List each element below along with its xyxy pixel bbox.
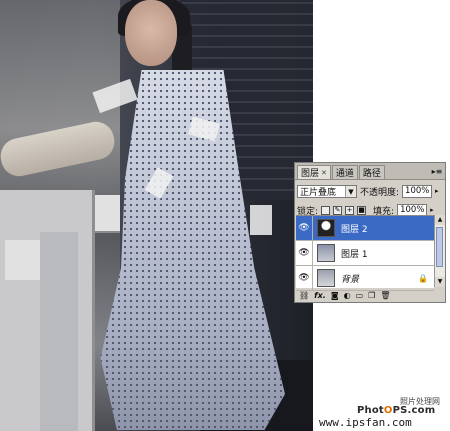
blend-mode-select[interactable]: 正片叠底 ▼ [297,184,357,198]
logo-post: PS.com [392,405,436,416]
eye-icon[interactable]: 👁 [296,216,313,240]
fill-slider-arrow-icon[interactable]: ▸ [430,206,434,214]
eye-icon[interactable]: 👁 [296,266,313,290]
layer-row-1[interactable]: 👁 图层 1 [296,241,434,266]
scrollbar-thumb[interactable] [436,227,443,267]
tab-paths[interactable]: 路径 [358,165,385,179]
chair-leg [40,232,78,431]
layer-thumbnail [317,269,335,287]
blend-mode-value: 正片叠底 [300,187,337,198]
watermark-url: www.ipsfan.com [319,416,412,429]
logo-o: O [383,405,393,416]
blend-row: 正片叠底 ▼ 不透明度: 100% ▸ [295,180,445,199]
layer-list-scrollbar[interactable]: ▲ ▼ [434,215,445,287]
add-mask-icon[interactable]: ◙ [331,291,339,300]
tab-channels[interactable]: 通道 [331,165,358,179]
paint-peel [250,205,272,235]
lock-icon: 🔒 [418,273,428,283]
link-layers-icon[interactable]: ⛓ [299,291,309,300]
layer-name: 图层 2 [341,224,368,235]
close-icon[interactable]: ✕ [321,169,327,177]
tab-layers[interactable]: 图层 ✕ [297,165,331,179]
opacity-field[interactable]: 100% [402,184,433,198]
layer-row-2[interactable]: 👁 图层 2 [296,216,434,241]
layer-name: 图层 1 [341,249,368,260]
layers-panel: 图层 ✕ 通道 路径 ▸≡ 正片叠底 ▼ 不透明度: 100% ▸ 锁定: ✎ … [294,162,446,303]
face [125,0,177,66]
layer-list: 👁 图层 2 👁 图层 1 👁 背景 🔒 [296,215,434,291]
lock-pixels-icon[interactable]: ✎ [333,205,343,215]
logo-pre: Phot [357,405,384,416]
trash-icon[interactable]: 🗑 [380,291,390,300]
paint-peel [5,240,40,280]
lock-all-icon[interactable]: ■ [357,205,367,215]
tab-paths-label: 路径 [362,169,381,179]
tab-layers-label: 图层 [301,169,320,179]
tab-channels-label: 通道 [335,169,354,179]
photo-canvas[interactable] [0,0,313,431]
opacity-label: 不透明度: [360,187,400,198]
layer-thumbnail [317,244,335,262]
panel-menu-icon[interactable]: ▸≡ [431,167,443,177]
lock-position-icon[interactable]: + [345,205,355,215]
panel-tabs: 图层 ✕ 通道 路径 ▸≡ [295,163,445,180]
scroll-up-icon[interactable]: ▲ [435,215,445,225]
eye-icon[interactable]: 👁 [296,241,313,265]
watermark-logo: PhotOPS.com [357,405,435,416]
adjustment-layer-icon[interactable]: ◐ [344,291,351,300]
fx-button[interactable]: fx. [314,291,326,300]
chevron-down-icon: ▼ [345,185,356,197]
scroll-down-icon[interactable]: ▼ [435,277,445,287]
new-group-icon[interactable]: ▭ [356,291,364,300]
layer-thumbnail [317,219,335,237]
opacity-slider-arrow-icon[interactable]: ▸ [435,187,439,195]
panel-bottom-bar: ⛓ fx. ◙ ◐ ▭ ❐ 🗑 [296,288,447,302]
layer-name: 背景 [341,274,360,285]
lock-transparency-icon[interactable] [321,205,331,215]
new-layer-icon[interactable]: ❐ [368,291,375,300]
